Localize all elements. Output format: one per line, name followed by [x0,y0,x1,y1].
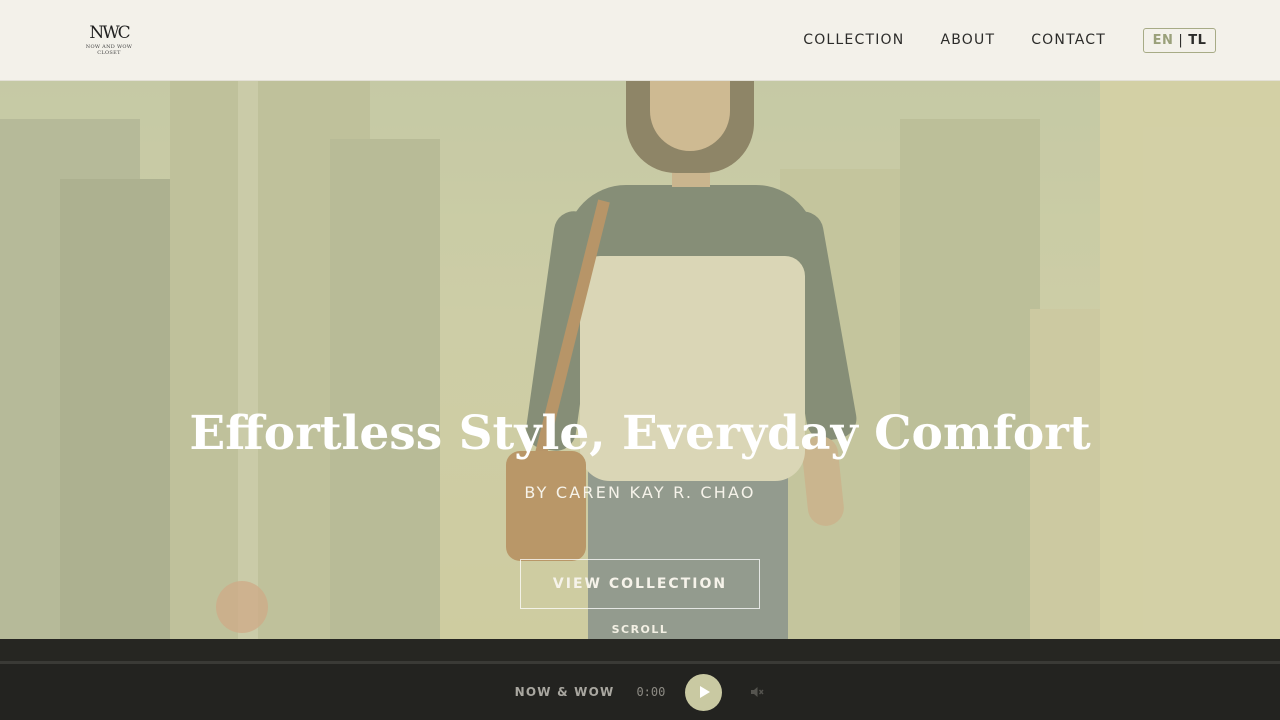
brand-logo[interactable]: NWC NOW AND WOW CLOSET [84,22,134,56]
language-separator: | [1178,32,1184,48]
logo-tagline-line2: CLOSET [97,49,121,56]
track-name: NOW & WOW [514,685,615,699]
nav-link-collection[interactable]: COLLECTION [803,32,904,48]
hero-section: Effortless Style, Everyday Comfort BY CA… [0,81,1280,639]
logo-mark: NWC [89,22,130,43]
logo-tagline-line1: NOW AND WOW [85,43,133,50]
nav-link-contact[interactable]: CONTACT [1031,32,1106,48]
hero-subtitle: BY CAREN KAY R. CHAO [524,483,756,502]
play-button[interactable] [685,673,723,711]
play-icon [700,686,711,698]
hero-tint-overlay [0,81,1280,639]
muted-speaker-icon[interactable] [749,684,765,700]
scroll-indicator[interactable]: SCROLL [0,623,1280,636]
site-header: NWC NOW AND WOW CLOSET COLLECTION ABOUT … [0,0,1280,81]
language-switcher: EN | TL [1143,27,1216,53]
player-divider [0,639,1280,662]
language-option-en[interactable]: EN [1153,33,1174,48]
main-nav: COLLECTION ABOUT CONTACT EN | TL [767,27,1216,53]
audio-player: NOW & WOW 0:00 [0,664,1280,720]
hero-title: Effortless Style, Everyday Comfort [189,406,1091,461]
track-time: 0:00 [636,685,666,699]
nav-link-about[interactable]: ABOUT [940,32,995,48]
language-option-tl[interactable]: TL [1188,33,1206,48]
view-collection-button[interactable]: VIEW COLLECTION [520,559,760,609]
logo-tagline: NOW AND WOW CLOSET [86,44,132,56]
